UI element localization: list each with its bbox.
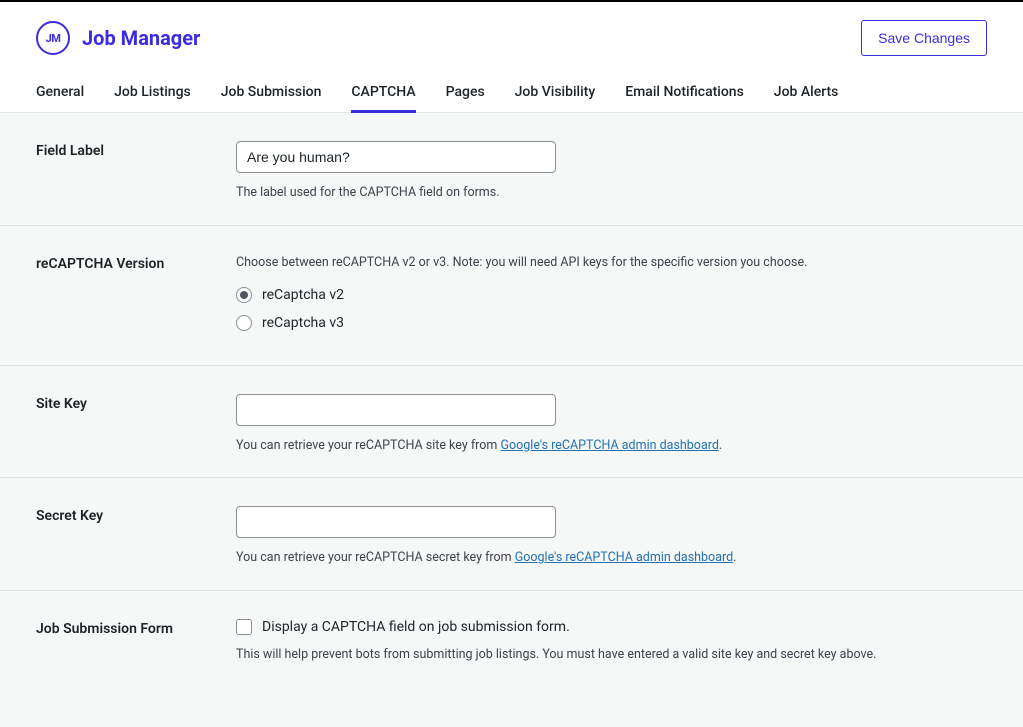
row-recaptcha-version: reCAPTCHA Version Choose between reCAPTC… [0,226,1023,366]
site-key-input[interactable] [236,394,556,426]
secret-key-heading: Secret Key [36,508,103,524]
secret-key-help-prefix: You can retrieve your reCAPTCHA secret k… [236,550,515,565]
tab-general[interactable]: General [36,74,84,112]
tab-job-listings[interactable]: Job Listings [114,74,191,112]
radio-recaptcha-v3[interactable]: reCaptcha v3 [236,315,987,331]
radio-icon [236,287,252,303]
tab-job-visibility[interactable]: Job Visibility [515,74,596,112]
brand: JM Job Manager [36,21,200,55]
recaptcha-version-description: Choose between reCAPTCHA v2 or v3. Note:… [236,254,987,273]
site-key-help-suffix: . [719,438,722,453]
row-field-label: Field Label The label used for the CAPTC… [0,113,1023,226]
secret-key-help-link[interactable]: Google's reCAPTCHA admin dashboard [515,550,733,565]
tabs-nav: General Job Listings Job Submission CAPT… [0,74,1023,113]
row-secret-key: Secret Key You can retrieve your reCAPTC… [0,478,1023,591]
tab-captcha[interactable]: CAPTCHA [351,74,415,112]
site-key-help: You can retrieve your reCAPTCHA site key… [236,437,987,456]
field-label-help: The label used for the CAPTCHA field on … [236,184,987,203]
field-label-heading: Field Label [36,143,104,159]
secret-key-input[interactable] [236,506,556,538]
radio-icon [236,315,252,331]
settings-content: Field Label The label used for the CAPTC… [0,113,1023,727]
radio-recaptcha-v2[interactable]: reCaptcha v2 [236,287,987,303]
recaptcha-version-heading: reCAPTCHA Version [36,256,164,272]
tab-job-submission[interactable]: Job Submission [221,74,322,112]
row-job-submission-form: Job Submission Form Display a CAPTCHA fi… [0,591,1023,687]
site-key-heading: Site Key [36,396,87,412]
save-changes-button[interactable]: Save Changes [861,20,987,56]
tab-job-alerts[interactable]: Job Alerts [774,74,839,112]
brand-logo-icon: JM [36,21,70,55]
brand-title: Job Manager [82,26,200,50]
job-submission-form-help: This will help prevent bots from submitt… [236,646,987,665]
row-site-key: Site Key You can retrieve your reCAPTCHA… [0,366,1023,479]
header: JM Job Manager Save Changes [0,2,1023,74]
radio-label: reCaptcha v2 [262,287,344,303]
secret-key-help: You can retrieve your reCAPTCHA secret k… [236,549,987,568]
checkbox-icon [236,619,252,635]
secret-key-help-suffix: . [733,550,736,565]
radio-label: reCaptcha v3 [262,315,344,331]
job-submission-form-heading: Job Submission Form [36,621,173,637]
job-submission-form-checkbox[interactable]: Display a CAPTCHA field on job submissio… [236,619,987,635]
tab-email-notifications[interactable]: Email Notifications [625,74,744,112]
site-key-help-prefix: You can retrieve your reCAPTCHA site key… [236,438,501,453]
recaptcha-version-radio-group: reCaptcha v2 reCaptcha v3 [236,287,987,331]
tab-pages[interactable]: Pages [446,74,485,112]
checkbox-label: Display a CAPTCHA field on job submissio… [262,619,570,635]
field-label-input[interactable] [236,141,556,173]
site-key-help-link[interactable]: Google's reCAPTCHA admin dashboard [501,438,719,453]
